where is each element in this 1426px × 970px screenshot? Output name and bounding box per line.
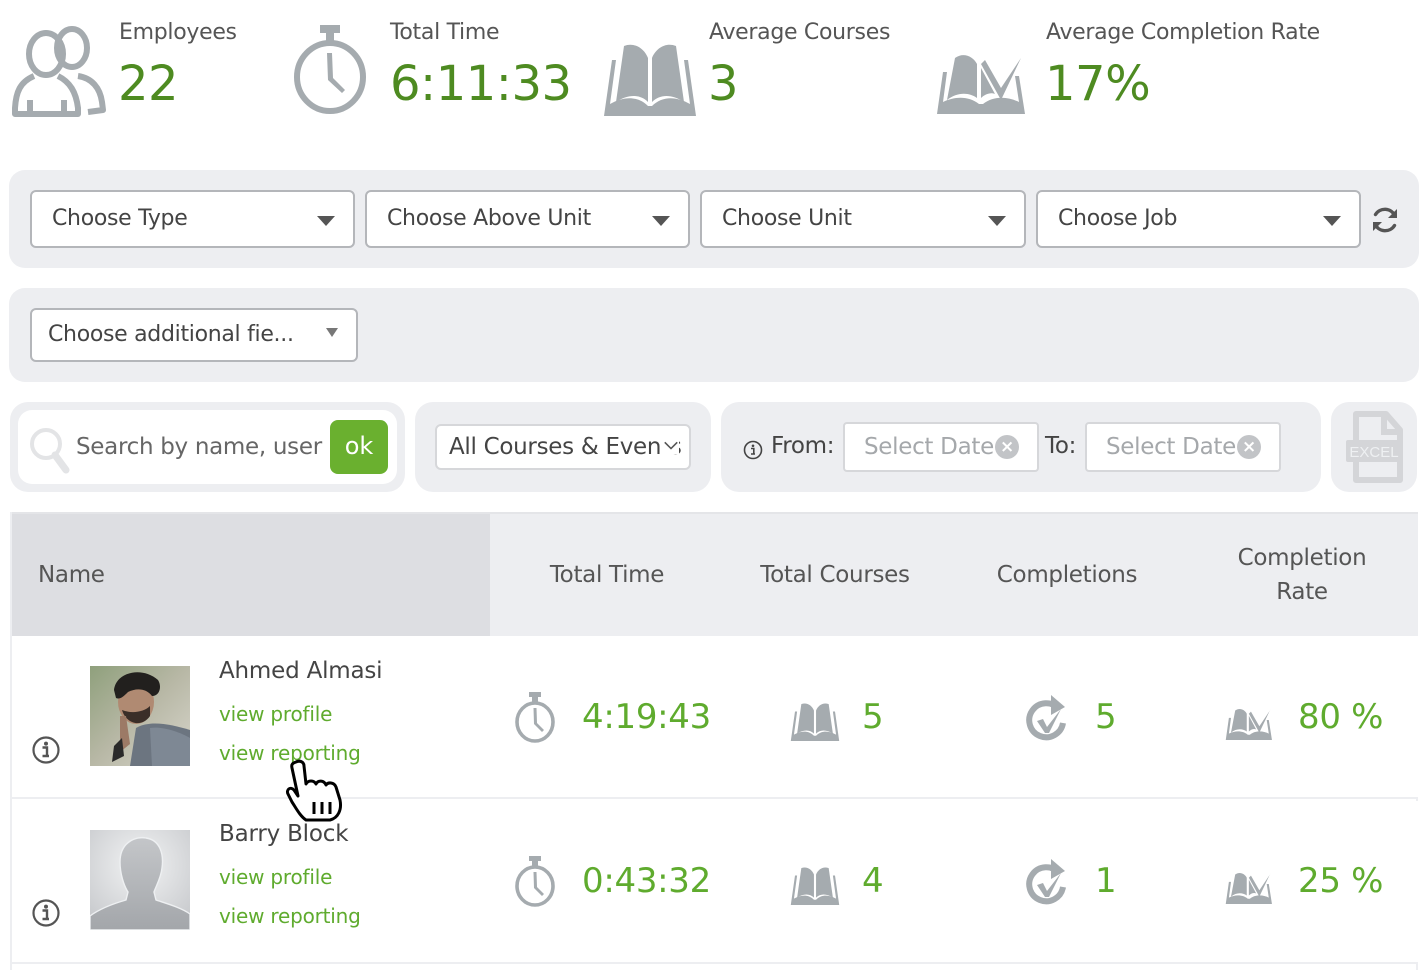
- clear-from-date-icon[interactable]: ×: [995, 435, 1019, 459]
- open-book-icon: [790, 867, 840, 905]
- stat-employees: Employees 22: [12, 18, 272, 118]
- refresh-icon[interactable]: [1370, 205, 1400, 235]
- stat-label: Employees: [119, 20, 237, 45]
- book-check-icon: [1225, 701, 1277, 740]
- choose-type-select[interactable]: Choose Type: [30, 190, 355, 248]
- view-profile-link[interactable]: view profile: [219, 865, 332, 889]
- search-ok-button[interactable]: ok: [330, 420, 388, 474]
- table-row: Ahmed Almasi view profile view reporting…: [12, 636, 1418, 799]
- caret-down-icon: [317, 216, 335, 226]
- table-header: Name Total Time Total Courses Completion…: [12, 512, 1418, 636]
- search-panel: ok: [10, 402, 405, 492]
- choose-above-unit-select[interactable]: Choose Above Unit: [365, 190, 690, 248]
- open-book-icon: [604, 44, 696, 116]
- stat-label: Total Time: [390, 20, 500, 45]
- caret-down-icon: [652, 216, 670, 226]
- open-book-icon: [790, 703, 840, 741]
- search-input[interactable]: [76, 424, 326, 470]
- choose-job-label: Choose Job: [1058, 206, 1178, 231]
- total-time-value: 0:43:32: [582, 861, 711, 901]
- stat-value: 22: [118, 56, 179, 112]
- search-icon: [30, 428, 70, 474]
- stat-value: 3: [708, 56, 739, 112]
- column-header-completions[interactable]: Completions: [972, 558, 1162, 592]
- employee-table: Name Total Time Total Courses Completion…: [10, 512, 1418, 970]
- users-icon: [12, 26, 106, 117]
- completions-value: 1: [1095, 861, 1117, 901]
- additional-fields-select[interactable]: Choose additional fie...: [30, 308, 358, 362]
- view-profile-link[interactable]: view profile: [219, 702, 332, 726]
- column-header-name-cell[interactable]: Name: [12, 514, 490, 636]
- additional-fields-label: Choose additional fie...: [48, 322, 294, 347]
- column-header-completion-rate-line1: Completion: [1237, 545, 1367, 571]
- clear-to-date-icon[interactable]: ×: [1237, 435, 1261, 459]
- caret-down-icon: [988, 216, 1006, 226]
- completion-rate-value: 25 %: [1298, 861, 1384, 901]
- avatar[interactable]: [90, 666, 190, 766]
- to-date-input[interactable]: Select Date ×: [1085, 422, 1281, 472]
- stat-value: 6:11:33: [390, 56, 572, 112]
- info-icon[interactable]: [31, 898, 61, 928]
- column-header-total-time[interactable]: Total Time: [512, 558, 702, 592]
- total-courses-value: 5: [862, 697, 884, 737]
- book-check-icon: [1225, 865, 1277, 904]
- from-date-input[interactable]: Select Date ×: [843, 422, 1039, 472]
- table-row: Barry Block view profile view reporting …: [12, 801, 1418, 964]
- default-avatar-icon: [90, 830, 190, 930]
- total-time-value: 4:19:43: [582, 697, 711, 737]
- choose-unit-select[interactable]: Choose Unit: [700, 190, 1026, 248]
- course-type-select[interactable]: All Courses & Events: [435, 424, 691, 470]
- choose-job-select[interactable]: Choose Job: [1036, 190, 1361, 248]
- course-type-label: All Courses & Events: [449, 434, 682, 460]
- column-header-name[interactable]: Name: [38, 558, 105, 592]
- stat-label: Average Completion Rate: [1046, 20, 1320, 45]
- stat-label: Average Courses: [709, 20, 891, 45]
- stat-value: 17%: [1045, 56, 1151, 112]
- view-reporting-link[interactable]: view reporting: [219, 741, 361, 765]
- info-icon[interactable]: [743, 440, 763, 460]
- choose-type-label: Choose Type: [52, 206, 188, 231]
- info-icon[interactable]: [31, 735, 61, 765]
- completion-check-icon: [1026, 695, 1066, 741]
- column-header-completion-rate[interactable]: Completion Rate: [1212, 541, 1392, 609]
- choose-above-unit-label: Choose Above Unit: [387, 206, 591, 231]
- employee-name: Ahmed Almasi: [219, 658, 383, 684]
- excel-file-icon: EXCEL: [1346, 411, 1403, 483]
- to-date-placeholder: Select Date: [1106, 434, 1236, 460]
- total-courses-value: 4: [862, 861, 884, 901]
- column-header-total-courses[interactable]: Total Courses: [732, 558, 938, 592]
- stopwatch-icon: [294, 25, 366, 114]
- completion-rate-value: 80 %: [1298, 697, 1384, 737]
- stat-total-time: Total Time 6:11:33: [292, 18, 572, 118]
- column-header-completion-rate-line2: Rate: [1276, 579, 1328, 605]
- export-excel-button[interactable]: EXCEL: [1331, 402, 1417, 492]
- excel-label: EXCEL: [1349, 444, 1398, 461]
- from-label: From:: [771, 433, 835, 459]
- stopwatch-icon: [515, 856, 555, 907]
- chevron-down-icon: [661, 436, 679, 454]
- caret-down-icon: [1323, 216, 1341, 226]
- stat-average-completion-rate: Average Completion Rate 17%: [935, 18, 1355, 118]
- to-label: To:: [1045, 433, 1077, 459]
- choose-unit-label: Choose Unit: [722, 206, 852, 231]
- view-reporting-link[interactable]: view reporting: [219, 904, 361, 928]
- from-date-placeholder: Select Date: [864, 434, 994, 460]
- completion-check-icon: [1026, 859, 1066, 905]
- book-check-icon: [937, 40, 1033, 114]
- stat-average-courses: Average Courses 3: [602, 18, 922, 118]
- avatar-placeholder[interactable]: [90, 830, 190, 930]
- stopwatch-icon: [515, 692, 555, 743]
- search-box: ok: [18, 410, 397, 484]
- user-photo: [90, 666, 190, 766]
- caret-down-icon: [326, 328, 338, 337]
- employee-name: Barry Block: [219, 821, 349, 847]
- completions-value: 5: [1095, 697, 1117, 737]
